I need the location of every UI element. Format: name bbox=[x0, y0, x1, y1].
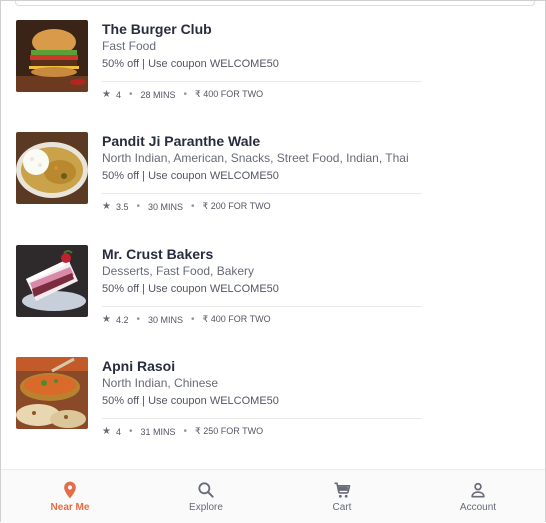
restaurant-meta: ★ 4.2 • 30 MINS • ₹ 400 FOR TWO bbox=[102, 314, 424, 325]
user-icon bbox=[471, 482, 485, 498]
rating: 4.2 bbox=[115, 314, 129, 325]
restaurant-cuisines: Desserts, Fast Food, Bakery bbox=[102, 264, 255, 278]
star-icon: ★ bbox=[102, 314, 111, 325]
restaurant-name: Mr. Crust Bakers bbox=[102, 246, 214, 262]
divider bbox=[102, 81, 422, 82]
rating: 4 bbox=[115, 89, 121, 100]
cost-for-two: ₹ 400 FOR TWO bbox=[202, 314, 271, 324]
nav-label: Account bbox=[459, 502, 497, 513]
restaurant-cuisines: North Indian, American, Snacks, Street F… bbox=[102, 151, 409, 165]
delivery-time: 30 MINS bbox=[148, 201, 184, 212]
star-icon: ★ bbox=[102, 89, 111, 100]
restaurant-image bbox=[16, 357, 88, 429]
rating: 3.5 bbox=[115, 201, 129, 212]
offer-text: 50% off | Use coupon WELCOME50 bbox=[102, 170, 279, 182]
nav-label: Explore bbox=[189, 502, 223, 513]
star-icon: ★ bbox=[102, 426, 111, 437]
delivery-time: 30 MINS bbox=[148, 314, 184, 325]
cake-image bbox=[16, 245, 88, 317]
separator-dot: • bbox=[183, 426, 188, 437]
restaurant-cuisines: Fast Food bbox=[102, 39, 157, 53]
star-icon: ★ bbox=[102, 201, 111, 212]
bottom-nav: Near Me Explore Cart Account bbox=[1, 469, 545, 523]
delivery-time: 28 MINS bbox=[140, 89, 176, 100]
restaurant-card[interactable]: Mr. Crust Bakers Desserts, Fast Food, Ba… bbox=[16, 245, 426, 340]
search-icon bbox=[198, 482, 214, 498]
restaurant-meta: ★ 4 • 28 MINS • ₹ 400 FOR TWO bbox=[102, 89, 424, 100]
separator-dot: • bbox=[128, 426, 133, 437]
restaurant-card[interactable]: The Burger Club Fast Food 50% off | Use … bbox=[16, 20, 426, 115]
nav-account[interactable]: Account bbox=[428, 480, 528, 513]
search-bar-edge[interactable] bbox=[15, 1, 535, 6]
restaurant-meta: ★ 4 • 31 MINS • ₹ 250 FOR TWO bbox=[102, 426, 424, 437]
restaurant-card[interactable]: Apni Rasoi North Indian, Chinese 50% off… bbox=[16, 357, 426, 452]
restaurant-name: Pandit Ji Paranthe Wale bbox=[102, 133, 261, 149]
divider bbox=[102, 418, 422, 419]
divider bbox=[102, 306, 422, 307]
nav-label: Near Me bbox=[50, 502, 90, 513]
restaurant-name: Apni Rasoi bbox=[102, 358, 176, 374]
restaurant-card[interactable]: Pandit Ji Paranthe Wale North Indian, Am… bbox=[16, 132, 426, 227]
offer-text: 50% off | Use coupon WELCOME50 bbox=[102, 58, 279, 70]
separator-dot: • bbox=[191, 314, 195, 325]
restaurant-image bbox=[16, 245, 88, 317]
offer-text: 50% off | Use coupon WELCOME50 bbox=[102, 283, 279, 295]
restaurant-image bbox=[16, 20, 88, 92]
curry-bowl-image bbox=[16, 357, 88, 429]
separator-dot: • bbox=[183, 89, 188, 100]
cost-for-two: ₹ 250 FOR TWO bbox=[195, 426, 264, 436]
delivery-time: 31 MINS bbox=[140, 426, 176, 437]
restaurant-cuisines: North Indian, Chinese bbox=[102, 376, 219, 390]
burger-image bbox=[16, 20, 88, 92]
nav-cart[interactable]: Cart bbox=[292, 480, 392, 513]
separator-dot: • bbox=[191, 201, 195, 212]
rice-curry-image bbox=[16, 132, 88, 204]
restaurant-meta: ★ 3.5 • 30 MINS • ₹ 200 FOR TWO bbox=[102, 201, 424, 212]
separator-dot: • bbox=[136, 314, 140, 325]
separator-dot: • bbox=[128, 89, 133, 100]
nav-near-me[interactable]: Near Me bbox=[20, 480, 120, 513]
cost-for-two: ₹ 200 FOR TWO bbox=[202, 201, 271, 211]
separator-dot: • bbox=[136, 201, 140, 212]
nav-label: Cart bbox=[332, 502, 352, 513]
location-pin-icon bbox=[64, 481, 76, 499]
rating: 4 bbox=[115, 426, 121, 437]
nav-explore[interactable]: Explore bbox=[156, 480, 256, 513]
restaurant-name: The Burger Club bbox=[102, 21, 212, 37]
cost-for-two: ₹ 400 FOR TWO bbox=[195, 89, 264, 99]
divider bbox=[102, 193, 422, 194]
restaurant-image bbox=[16, 132, 88, 204]
offer-text: 50% off | Use coupon WELCOME50 bbox=[102, 395, 279, 407]
cart-icon bbox=[334, 482, 351, 498]
